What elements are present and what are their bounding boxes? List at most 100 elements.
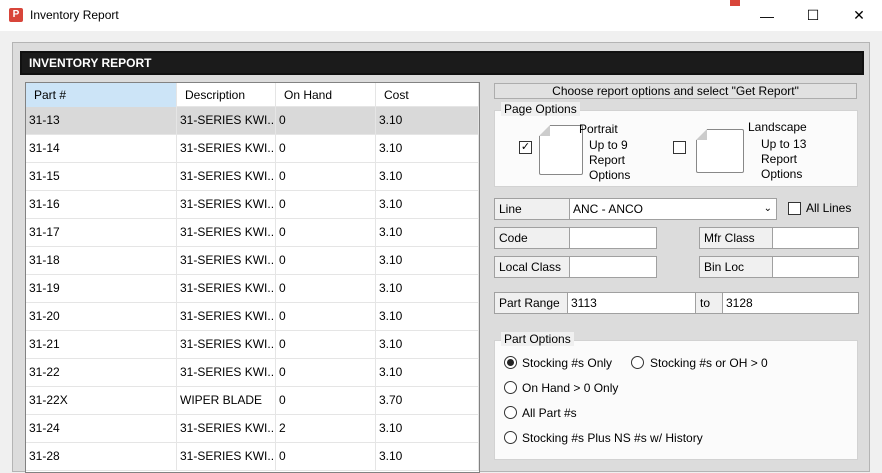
part-number-cell: 31-24 (26, 415, 177, 442)
column-header-on-hand[interactable]: On Hand (276, 83, 376, 107)
table-row[interactable]: 31-22 31-SERIES KWI... 0 3.10 (26, 359, 479, 387)
radio-all-parts[interactable] (504, 406, 517, 419)
line-label: Line (494, 198, 570, 220)
table-row[interactable]: 31-14 31-SERIES KWI... 0 3.10 (26, 135, 479, 163)
part-range-to-input[interactable]: 3128 (722, 292, 859, 314)
radio-stocking-plus-ns[interactable] (504, 431, 517, 444)
radio-on-hand[interactable] (504, 381, 517, 394)
table-row[interactable]: 31-24 31-SERIES KWI... 2 3.10 (26, 415, 479, 443)
part-number-cell: 31-15 (26, 163, 177, 190)
part-number-cell: 31-20 (26, 303, 177, 330)
on-hand-cell: 0 (276, 359, 376, 386)
minimize-button[interactable]: — (744, 0, 790, 31)
table-row[interactable]: 31-28 31-SERIES KWI... 0 3.10 (26, 443, 479, 471)
bin-loc-input[interactable] (772, 256, 859, 278)
report-panel: INVENTORY REPORT Part # Description On H… (12, 42, 870, 473)
close-button[interactable]: ✕ (836, 0, 882, 31)
report-header: INVENTORY REPORT (20, 51, 864, 75)
table-row[interactable]: 31-18 31-SERIES KWI... 0 3.10 (26, 247, 479, 275)
on-hand-cell: 0 (276, 191, 376, 218)
on-hand-cell: 0 (276, 135, 376, 162)
column-header-cost[interactable]: Cost (376, 83, 479, 107)
mfr-class-label: Mfr Class (699, 227, 773, 249)
window-indicator (730, 0, 740, 6)
part-number-cell: 31-22 (26, 359, 177, 386)
cost-cell: 3.10 (376, 107, 479, 134)
code-input[interactable] (569, 227, 657, 249)
cost-cell: 3.10 (376, 359, 479, 386)
maximize-button[interactable]: ☐ (790, 0, 836, 31)
cost-cell: 3.10 (376, 247, 479, 274)
description-cell: 31-SERIES KWI... (177, 303, 276, 330)
inventory-grid[interactable]: Part # Description On Hand Cost 31-13 31-… (25, 82, 480, 473)
on-hand-cell: 0 (276, 387, 376, 414)
app-icon: P (9, 8, 23, 22)
portrait-checkbox[interactable]: ✓ (519, 141, 532, 154)
description-cell: 31-SERIES KWI... (177, 443, 276, 470)
on-hand-cell: 0 (276, 247, 376, 274)
cost-cell: 3.70 (376, 387, 479, 414)
grid-header: Part # Description On Hand Cost (26, 83, 479, 107)
description-cell: 31-SERIES KWI... (177, 247, 276, 274)
on-hand-cell: 0 (276, 275, 376, 302)
all-lines-checkbox[interactable] (788, 202, 801, 215)
bin-loc-label: Bin Loc (699, 256, 773, 278)
landscape-checkbox[interactable] (673, 141, 686, 154)
radio-stocking-only-label: Stocking #s Only (522, 356, 613, 370)
chevron-down-icon: ⌄ (763, 203, 772, 214)
table-row[interactable]: 31-15 31-SERIES KWI... 0 3.10 (26, 163, 479, 191)
part-number-cell: 31-22X (26, 387, 177, 414)
column-header-description[interactable]: Description (177, 83, 276, 107)
radio-all-parts-label: All Part #s (522, 406, 577, 420)
line-select-value: ANC - ANCO (573, 202, 644, 216)
landscape-line-2: Report (761, 152, 798, 166)
on-hand-cell: 0 (276, 219, 376, 246)
part-number-cell: 31-16 (26, 191, 177, 218)
cost-cell: 3.10 (376, 163, 479, 190)
page-options-group: Page Options ✓ Portrait Up to 9 Report O… (494, 102, 858, 187)
radio-stocking-only[interactable] (504, 356, 517, 369)
on-hand-cell: 2 (276, 415, 376, 442)
cost-cell: 3.10 (376, 135, 479, 162)
part-number-cell: 31-17 (26, 219, 177, 246)
window-title: Inventory Report (30, 8, 119, 22)
part-options-group: Part Options Stocking #s Only Stocking #… (494, 332, 858, 460)
column-header-part[interactable]: Part # (26, 83, 177, 107)
description-cell: 31-SERIES KWI... (177, 163, 276, 190)
table-row[interactable]: 31-19 31-SERIES KWI... 0 3.10 (26, 275, 479, 303)
mfr-class-input[interactable] (772, 227, 859, 249)
cost-cell: 3.10 (376, 331, 479, 358)
table-row[interactable]: 31-20 31-SERIES KWI... 0 3.10 (26, 303, 479, 331)
local-class-input[interactable] (569, 256, 657, 278)
table-row[interactable]: 31-16 31-SERIES KWI... 0 3.10 (26, 191, 479, 219)
part-number-cell: 31-14 (26, 135, 177, 162)
table-row[interactable]: 31-17 31-SERIES KWI... 0 3.10 (26, 219, 479, 247)
table-row[interactable]: 31-13 31-SERIES KWI... 0 3.10 (26, 107, 479, 135)
code-label: Code (494, 227, 570, 249)
part-number-cell: 31-18 (26, 247, 177, 274)
description-cell: 31-SERIES KWI... (177, 107, 276, 134)
part-number-cell: 31-19 (26, 275, 177, 302)
description-cell: 31-SERIES KWI... (177, 359, 276, 386)
description-cell: 31-SERIES KWI... (177, 219, 276, 246)
portrait-page-icon (539, 125, 583, 175)
part-number-cell: 31-21 (26, 331, 177, 358)
choose-report-options-button[interactable]: Choose report options and select "Get Re… (494, 83, 857, 99)
landscape-line-1: Up to 13 (761, 137, 807, 151)
radio-stocking-or-oh-label: Stocking #s or OH > 0 (650, 356, 768, 370)
portrait-line-1: Up to 9 (589, 138, 628, 152)
table-row[interactable]: 31-21 31-SERIES KWI... 0 3.10 (26, 331, 479, 359)
cost-cell: 3.10 (376, 275, 479, 302)
cost-cell: 3.10 (376, 219, 479, 246)
cost-cell: 3.10 (376, 303, 479, 330)
part-range-label: Part Range (494, 292, 568, 314)
radio-stocking-or-oh[interactable] (631, 356, 644, 369)
part-number-cell: 31-28 (26, 443, 177, 470)
on-hand-cell: 0 (276, 163, 376, 190)
part-range-from-input[interactable]: 3113 (567, 292, 696, 314)
line-select[interactable]: ANC - ANCO ⌄ (569, 198, 777, 220)
table-row[interactable]: 31-22X WIPER BLADE 0 3.70 (26, 387, 479, 415)
portrait-title: Portrait (579, 122, 618, 136)
on-hand-cell: 0 (276, 443, 376, 470)
cost-cell: 3.10 (376, 443, 479, 470)
